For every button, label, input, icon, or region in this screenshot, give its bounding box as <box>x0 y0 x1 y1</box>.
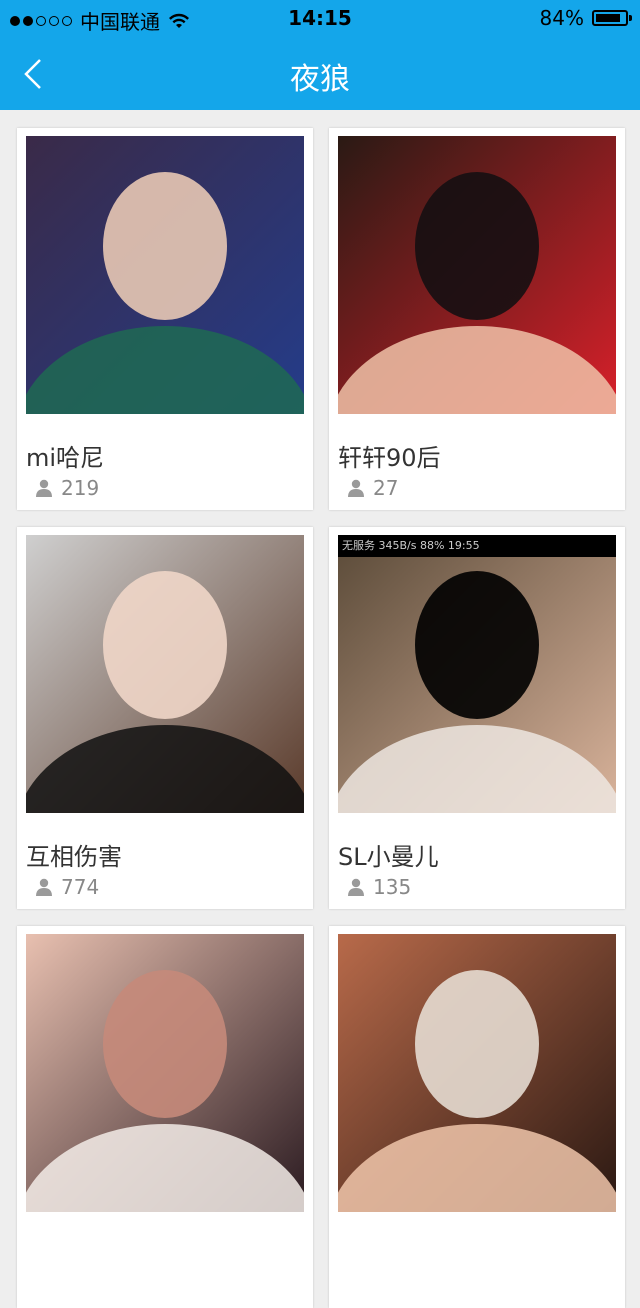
status-bar: 中国联通 14:15 84% <box>0 0 640 36</box>
viewer-count: 219 <box>35 476 99 500</box>
viewer-count: 135 <box>347 875 411 899</box>
profile-card[interactable]: 互相伤害 774 <box>17 527 313 909</box>
profile-name: 互相伤害 <box>26 843 122 871</box>
profile-photo[interactable] <box>26 934 304 1212</box>
viewer-count-value: 135 <box>373 875 412 899</box>
nav-bar: 夜狼 <box>0 36 640 110</box>
battery-percent: 84% <box>539 6 584 30</box>
user-icon <box>36 479 52 497</box>
profile-card[interactable]: 无服务 345B/s 88% 19:55 SL小曼儿 135 <box>329 527 625 909</box>
user-icon <box>36 878 52 896</box>
page-title: 夜狼 <box>290 62 350 97</box>
profile-photo[interactable] <box>26 136 304 414</box>
viewer-count-value: 774 <box>61 875 100 899</box>
profile-photo[interactable] <box>338 136 616 414</box>
profile-photo[interactable] <box>26 535 304 813</box>
profile-card[interactable]: 轩轩90后 27 <box>329 128 625 510</box>
profile-name: SL小曼儿 <box>338 843 439 871</box>
top-bar: 中国联通 14:15 84% 夜狼 <box>0 0 640 110</box>
profile-photo[interactable] <box>338 934 616 1212</box>
viewer-count-value: 27 <box>373 476 399 500</box>
embedded-status-bar: 无服务 345B/s 88% 19:55 <box>338 535 616 557</box>
profile-name: 轩轩90后 <box>338 444 441 472</box>
viewer-count-value: 219 <box>61 476 100 500</box>
battery-icon <box>592 10 632 26</box>
viewer-count: 27 <box>347 476 398 500</box>
profile-card[interactable]: mi哈尼 219 <box>17 128 313 510</box>
profile-photo[interactable] <box>338 535 616 813</box>
profile-name: mi哈尼 <box>26 444 105 472</box>
viewer-count: 774 <box>35 875 99 899</box>
user-icon <box>348 878 364 896</box>
profile-card[interactable] <box>17 926 313 1308</box>
profile-card[interactable] <box>329 926 625 1308</box>
user-icon <box>348 479 364 497</box>
status-right: 84% <box>539 6 632 30</box>
